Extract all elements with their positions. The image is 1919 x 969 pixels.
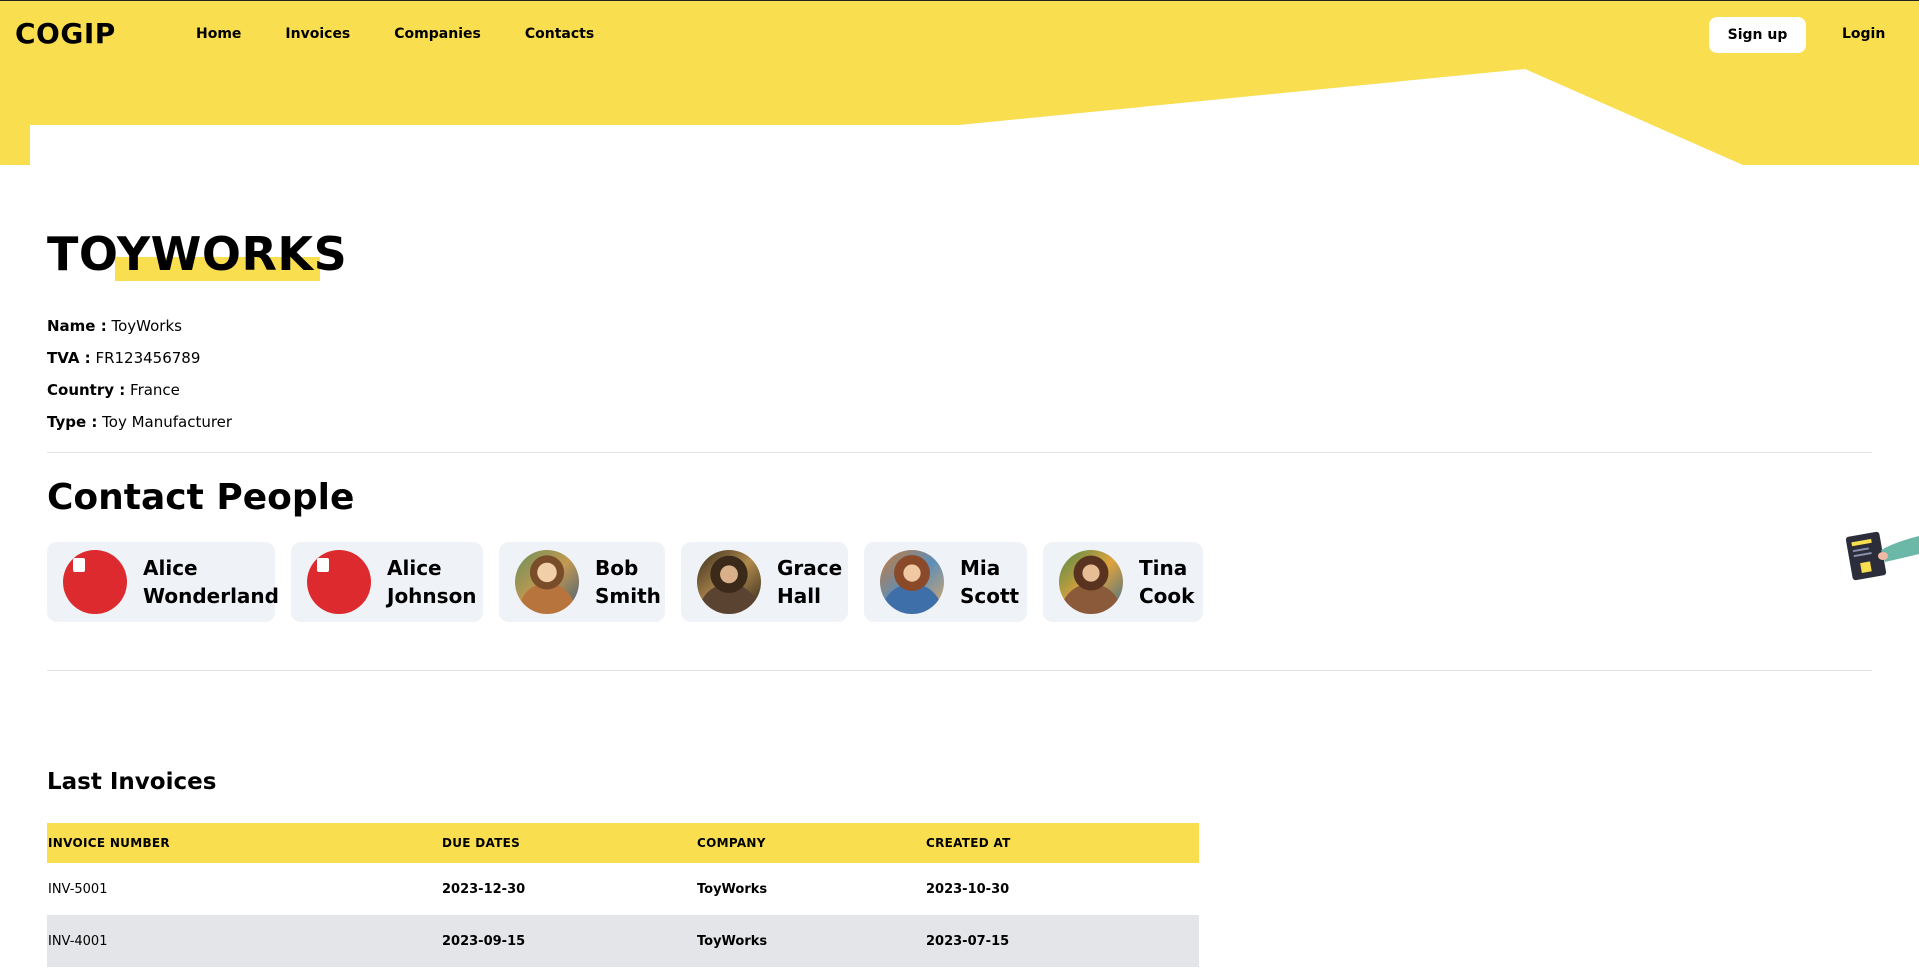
login-button[interactable]: Login	[1842, 26, 1885, 42]
due-date: 2023-12-30	[442, 881, 526, 897]
invoice-number: INV-5001	[48, 881, 108, 897]
column-header[interactable]: CREATED AT	[925, 823, 1199, 863]
column-header[interactable]: INVOICE NUMBER	[47, 823, 441, 863]
logo[interactable]: COGIP	[15, 17, 116, 50]
avatar	[1059, 550, 1123, 614]
info-type-row: Type : Toy Manufacturer	[47, 406, 232, 438]
broken-image-icon	[307, 550, 371, 614]
info-country-row: Country : France	[47, 374, 232, 406]
info-label: Type :	[47, 413, 98, 431]
column-header[interactable]: COMPANY	[696, 823, 925, 863]
table-row[interactable]: INV-5001 2023-12-30 ToyWorks 2023-10-30	[47, 863, 1199, 915]
info-value: Toy Manufacturer	[102, 413, 233, 431]
contact-name: Alice Wonderland	[143, 556, 279, 608]
top-border	[0, 0, 1919, 1]
nav-contacts[interactable]: Contacts	[525, 26, 594, 42]
contact-card[interactable]: Tina Cook	[1043, 542, 1203, 622]
contact-name: Tina Cook	[1139, 556, 1195, 608]
divider	[47, 670, 1872, 671]
header-background	[0, 0, 1919, 165]
info-label: Country :	[47, 381, 126, 399]
divider	[47, 452, 1872, 453]
contact-name: Mia Scott	[960, 556, 1020, 608]
broken-image-icon	[63, 550, 127, 614]
nav-invoices[interactable]: Invoices	[285, 26, 350, 42]
created-at: 2023-10-30	[926, 881, 1010, 897]
nav-home[interactable]: Home	[196, 26, 241, 42]
invoices-title: Last Invoices	[47, 769, 217, 795]
contact-card[interactable]: Alice Johnson	[291, 542, 483, 622]
contacts-title: Contact People	[47, 477, 355, 518]
due-date: 2023-09-15	[441, 915, 696, 967]
avatar	[880, 550, 944, 614]
invoice-illustration-icon	[1845, 531, 1919, 581]
info-label: TVA :	[47, 349, 91, 367]
table-header-row: INVOICE NUMBER DUE DATES COMPANY CREATED…	[47, 823, 1199, 863]
contact-card[interactable]: Alice Wonderland	[47, 542, 279, 622]
contacts-list: Alice Wonderland Alice Johnson Bob Smith Gr…	[47, 542, 1219, 622]
nav-companies[interactable]: Companies	[394, 26, 481, 42]
info-name-row: Name : ToyWorks	[47, 310, 232, 342]
info-value: FR123456789	[95, 349, 201, 367]
contact-card[interactable]: Mia Scott	[864, 542, 1027, 622]
page-title: TOYWORKS	[47, 227, 348, 281]
invoices-table: INVOICE NUMBER DUE DATES COMPANY CREATED…	[47, 823, 1199, 967]
contact-card[interactable]: Bob Smith	[499, 542, 665, 622]
info-value: France	[130, 381, 180, 399]
contact-name: Grace Hall	[777, 556, 843, 608]
company-info: Name : ToyWorks TVA : FR123456789 Countr…	[47, 310, 232, 438]
signup-button[interactable]: Sign up	[1709, 17, 1806, 53]
company-link[interactable]: ToyWorks	[696, 863, 925, 915]
table-row[interactable]: INV-4001 2023-09-15 ToyWorks 2023-07-15	[47, 915, 1199, 967]
created-at: 2023-07-15	[925, 915, 1199, 967]
contact-name: Bob Smith	[595, 556, 661, 608]
column-header[interactable]: DUE DATES	[441, 823, 696, 863]
info-tva-row: TVA : FR123456789	[47, 342, 232, 374]
contact-card[interactable]: Grace Hall	[681, 542, 848, 622]
info-value: ToyWorks	[111, 317, 182, 335]
avatar	[515, 550, 579, 614]
company-link[interactable]: ToyWorks	[696, 915, 925, 967]
invoice-number: INV-4001	[47, 915, 441, 967]
contact-name: Alice Johnson	[387, 556, 477, 608]
avatar	[697, 550, 761, 614]
info-label: Name :	[47, 317, 107, 335]
main-nav: Home Invoices Companies Contacts	[196, 26, 638, 42]
